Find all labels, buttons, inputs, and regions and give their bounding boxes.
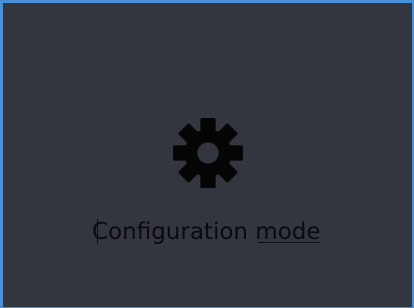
- configuration-mode-label: Configuration mode: [92, 219, 321, 245]
- text-cursor: [97, 219, 98, 244]
- gear-icon: [173, 118, 243, 188]
- mode-underline: [258, 242, 320, 243]
